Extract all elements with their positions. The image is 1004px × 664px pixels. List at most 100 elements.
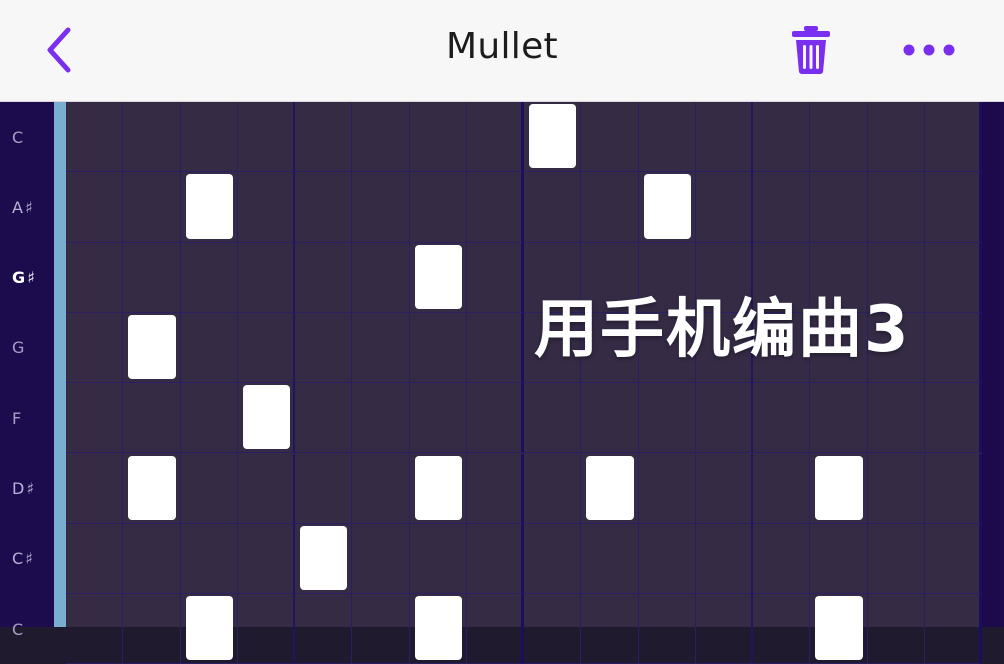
grid-cell[interactable] <box>581 594 639 664</box>
grid-cell[interactable] <box>924 242 982 313</box>
grid-cell[interactable] <box>66 102 124 173</box>
grid-cell[interactable] <box>753 383 811 454</box>
note-block[interactable] <box>128 455 176 520</box>
grid-cell[interactable] <box>867 453 925 524</box>
grid-cell[interactable] <box>867 102 925 173</box>
grid-cell[interactable] <box>123 172 181 243</box>
grid-cell[interactable] <box>352 453 410 524</box>
grid-cell[interactable] <box>581 102 639 173</box>
grid-cell[interactable] <box>237 102 295 173</box>
note-block[interactable] <box>414 244 462 309</box>
grid-cell[interactable] <box>295 102 353 173</box>
grid-cell[interactable] <box>409 383 467 454</box>
grid-cell[interactable] <box>867 383 925 454</box>
grid-cell[interactable] <box>295 594 353 664</box>
grid-cell[interactable] <box>466 312 524 384</box>
grid-cell[interactable] <box>237 523 295 595</box>
grid-cell[interactable] <box>466 242 524 313</box>
grid-cell[interactable] <box>66 172 124 243</box>
grid-cell[interactable] <box>123 523 181 595</box>
grid-cell[interactable] <box>581 523 639 595</box>
grid-cell[interactable] <box>66 523 124 595</box>
grid-cell[interactable] <box>753 172 811 243</box>
grid-cell[interactable] <box>409 523 467 595</box>
grid-cell[interactable] <box>66 383 124 454</box>
grid-cell[interactable] <box>524 453 582 524</box>
grid-cell[interactable] <box>810 523 868 595</box>
grid-cell[interactable] <box>295 383 353 454</box>
grid-cell[interactable] <box>638 102 696 173</box>
grid-cell[interactable] <box>237 242 295 313</box>
grid-cell[interactable] <box>753 453 811 524</box>
note-block[interactable] <box>643 174 691 239</box>
grid-cell[interactable] <box>695 453 753 524</box>
note-block[interactable] <box>128 314 176 380</box>
grid-cell[interactable] <box>237 453 295 524</box>
grid-cell[interactable] <box>237 594 295 664</box>
grid-cell[interactable] <box>466 383 524 454</box>
grid-cell[interactable] <box>466 102 524 173</box>
grid-cell[interactable] <box>638 383 696 454</box>
grid-cell[interactable] <box>237 172 295 243</box>
grid-cell[interactable] <box>466 453 524 524</box>
grid-cell[interactable] <box>924 523 982 595</box>
grid-cell[interactable] <box>753 594 811 664</box>
grid-cell[interactable] <box>352 312 410 384</box>
grid-cell[interactable] <box>409 172 467 243</box>
grid-cell[interactable] <box>180 523 238 595</box>
grid-cell[interactable] <box>466 523 524 595</box>
grid-cell[interactable] <box>695 383 753 454</box>
grid-cell[interactable] <box>524 383 582 454</box>
grid-cell[interactable] <box>466 594 524 664</box>
grid-cell[interactable] <box>638 453 696 524</box>
grid-cell[interactable] <box>352 594 410 664</box>
grid-cell[interactable] <box>524 523 582 595</box>
grid-cell[interactable] <box>237 312 295 384</box>
grid-cell[interactable] <box>924 172 982 243</box>
note-block[interactable] <box>529 104 577 169</box>
note-block[interactable] <box>185 174 233 239</box>
grid-cell[interactable] <box>66 453 124 524</box>
grid-cell[interactable] <box>638 594 696 664</box>
grid-cell[interactable] <box>352 172 410 243</box>
grid-cell[interactable] <box>180 102 238 173</box>
grid-cell[interactable] <box>581 172 639 243</box>
grid-cell[interactable] <box>581 383 639 454</box>
grid-cell[interactable] <box>695 523 753 595</box>
note-block[interactable] <box>414 455 462 520</box>
grid-cell[interactable] <box>180 383 238 454</box>
grid-cell[interactable] <box>867 172 925 243</box>
note-block[interactable] <box>815 455 863 520</box>
grid-cell[interactable] <box>524 172 582 243</box>
grid-cell[interactable] <box>180 453 238 524</box>
note-block[interactable] <box>414 596 462 661</box>
grid-cell[interactable] <box>180 312 238 384</box>
grid-cell[interactable] <box>924 594 982 664</box>
note-block[interactable] <box>586 455 634 520</box>
grid-cell[interactable] <box>695 102 753 173</box>
grid-cell[interactable] <box>352 242 410 313</box>
grid-cell[interactable] <box>810 172 868 243</box>
grid-cell[interactable] <box>466 172 524 243</box>
grid-cell[interactable] <box>352 102 410 173</box>
grid-cell[interactable] <box>66 594 124 664</box>
grid-cell[interactable] <box>123 242 181 313</box>
grid-cell[interactable] <box>123 594 181 664</box>
note-block[interactable] <box>185 596 233 661</box>
grid-cell[interactable] <box>295 172 353 243</box>
grid-cell[interactable] <box>695 594 753 664</box>
grid-cell[interactable] <box>867 523 925 595</box>
grid-cell[interactable] <box>352 383 410 454</box>
note-block[interactable] <box>242 385 290 450</box>
grid-cell[interactable] <box>924 102 982 173</box>
grid-cell[interactable] <box>295 312 353 384</box>
grid-cell[interactable] <box>867 594 925 664</box>
note-block[interactable] <box>815 596 863 661</box>
grid-cell[interactable] <box>753 523 811 595</box>
grid-cell[interactable] <box>810 102 868 173</box>
grid-cell[interactable] <box>753 102 811 173</box>
grid-cell[interactable] <box>409 312 467 384</box>
grid-cell[interactable] <box>924 383 982 454</box>
grid-cell[interactable] <box>924 312 982 384</box>
grid-cell[interactable] <box>66 312 124 384</box>
